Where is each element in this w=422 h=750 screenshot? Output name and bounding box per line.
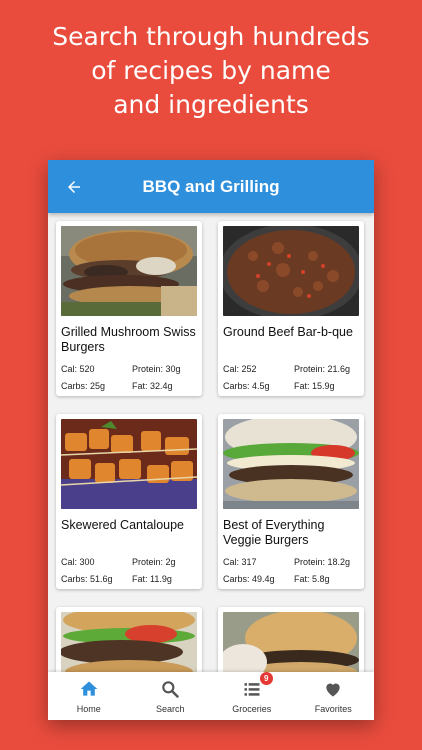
nav-favorites-label: Favorites — [314, 704, 352, 714]
home-icon — [78, 678, 100, 700]
recipe-carbs: Carbs: 51.6g — [61, 574, 113, 584]
recipe-carbs: Carbs: 4.5g — [223, 381, 270, 391]
recipe-title: Ground Beef Bar-b-que — [223, 325, 353, 339]
recipe-calories: Cal: 300 — [61, 557, 95, 567]
recipe-calories: Cal: 317 — [223, 557, 257, 567]
recipe-card[interactable]: Ground Beef Bar-b-que Cal: 252 Protein: … — [218, 221, 364, 396]
search-icon — [159, 678, 181, 700]
heart-icon — [322, 678, 344, 700]
recipe-grid[interactable]: Grilled Mushroom Swiss Burgers Cal: 520 … — [48, 213, 374, 672]
ground-beef-bbq-photo — [223, 226, 359, 316]
recipe-card[interactable] — [56, 607, 202, 672]
recipe-protein: Protein: 18.2g — [294, 557, 351, 567]
headline-line-2: of recipes by name — [91, 56, 331, 85]
veggie-burger-photo — [223, 419, 359, 509]
recipe-fat: Fat: 5.8g — [294, 574, 330, 584]
groceries-count-badge: 9 — [259, 672, 273, 685]
nav-search[interactable]: Search — [130, 672, 212, 720]
page-title: BBQ and Grilling — [142, 176, 280, 196]
recipe-protein: Protein: 21.6g — [294, 364, 351, 374]
recipe-card[interactable] — [218, 607, 364, 672]
back-button[interactable] — [54, 167, 94, 207]
recipe-calories: Cal: 252 — [223, 364, 257, 374]
recipe-card[interactable]: Best of Everything Veggie Burgers Cal: 3… — [218, 414, 364, 589]
recipe-protein: Protein: 2g — [132, 557, 176, 567]
nav-groceries-label: Groceries — [232, 704, 272, 714]
bottom-navigation: Home Search 9 Groceries Favorites — [48, 672, 374, 720]
nav-home-label: Home — [76, 704, 101, 714]
burger-photo-partial — [223, 612, 359, 672]
recipe-title: Skewered Cantaloupe — [61, 518, 184, 532]
recipe-fat: Fat: 32.4g — [132, 381, 173, 391]
recipe-title: Grilled Mushroom Swiss Burgers — [61, 325, 196, 354]
recipe-carbs: Carbs: 25g — [61, 381, 106, 391]
cantaloupe-skewers-photo — [61, 419, 197, 509]
recipe-card[interactable]: Grilled Mushroom Swiss Burgers Cal: 520 … — [56, 221, 202, 396]
nav-groceries[interactable]: 9 Groceries — [211, 672, 293, 720]
recipe-calories: Cal: 520 — [61, 364, 95, 374]
recipe-protein: Protein: 30g — [132, 364, 181, 374]
headline-line-1: Search through hundreds — [52, 22, 370, 51]
nav-home[interactable]: Home — [48, 672, 130, 720]
recipe-fat: Fat: 11.9g — [132, 574, 172, 584]
nav-favorites[interactable]: Favorites — [293, 672, 375, 720]
recipe-card[interactable]: Skewered Cantaloupe Cal: 300 Protein: 2g… — [56, 414, 202, 589]
mushroom-swiss-burger-photo — [61, 226, 197, 316]
burger-photo-partial — [61, 612, 197, 672]
list-icon: 9 — [241, 672, 273, 700]
app-screen: BBQ and Grilling Grilled Mushroom Swiss … — [48, 160, 374, 720]
recipe-carbs: Carbs: 49.4g — [223, 574, 275, 584]
arrow-left-icon — [68, 180, 80, 193]
promo-headline: Search through hundreds of recipes by na… — [0, 20, 422, 122]
app-bar: BBQ and Grilling — [48, 160, 374, 213]
headline-line-3: and ingredients — [113, 90, 309, 119]
nav-search-label: Search — [155, 704, 185, 714]
recipe-title: Best of Everything Veggie Burgers — [223, 518, 325, 547]
recipe-fat: Fat: 15.9g — [294, 381, 335, 391]
